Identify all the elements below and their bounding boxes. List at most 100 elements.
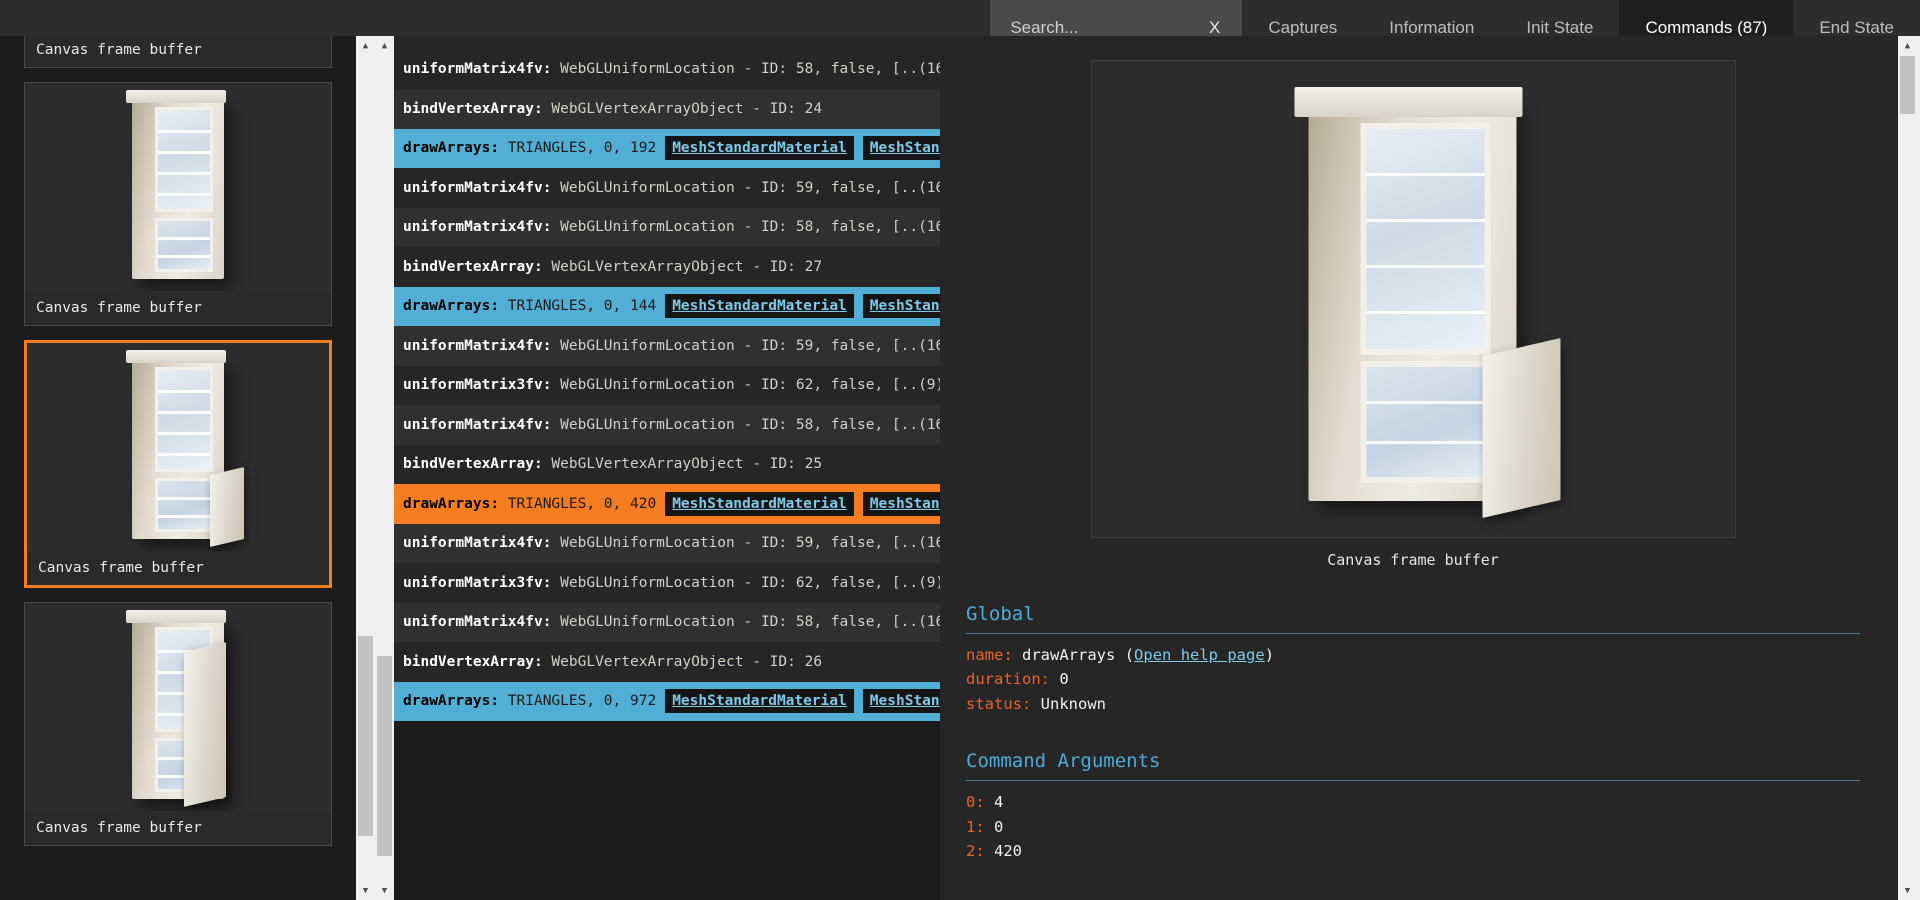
- command-row[interactable]: bindVertexArray: WebGLVertexArrayObject …: [394, 89, 940, 129]
- scroll-up-icon[interactable]: ▲: [356, 36, 375, 55]
- argument-value: 420: [994, 842, 1023, 861]
- command-list[interactable]: uniformMatrix4fv: WebGLUniformLocation -…: [394, 36, 940, 900]
- command-colon: :: [542, 574, 561, 591]
- capture-label: Canvas frame buffer: [27, 551, 329, 585]
- sidebar-scrollbar[interactable]: ▲ ▼: [356, 36, 375, 900]
- command-row[interactable]: drawArrays: TRIANGLES, 0, 972 MeshStandar…: [394, 681, 940, 721]
- command-colon: :: [542, 179, 561, 196]
- material-link[interactable]: MeshStandardMaterial: [665, 136, 854, 161]
- material-link[interactable]: MeshStandardMaterial: [665, 491, 854, 516]
- command-arguments-text: WebGLUniformLocation - ID: 59, false, [.…: [560, 535, 940, 552]
- frame-buffer-preview[interactable]: [1090, 60, 1736, 538]
- capture-card[interactable]: Canvas frame buffer: [24, 36, 332, 68]
- captures-list[interactable]: Canvas frame buffer Canvas frame buffer Ca…: [0, 36, 356, 900]
- global-properties: name: drawArrays (Open help page) durati…: [966, 643, 1860, 716]
- material-link[interactable]: MeshStandardMaterial: [665, 689, 854, 714]
- command-row[interactable]: uniformMatrix3fv: WebGLUniformLocation -…: [394, 365, 940, 405]
- argument-value: 4: [994, 793, 1004, 812]
- spector-debugger-window: X CapturesInformationInit StateCommands …: [0, 0, 1920, 900]
- command-row[interactable]: bindVertexArray: WebGLVertexArrayObject …: [394, 642, 940, 682]
- command-function-name: uniformMatrix4fv: [403, 179, 543, 196]
- open-help-page-link[interactable]: Open help page: [1134, 646, 1265, 664]
- argument-index: 1:: [966, 817, 985, 836]
- scroll-down-icon[interactable]: ▼: [375, 881, 394, 900]
- command-list-scrollbar[interactable]: ▲ ▼: [375, 36, 394, 900]
- capture-card[interactable]: Canvas frame buffer: [24, 602, 332, 846]
- scroll-down-icon[interactable]: ▼: [356, 881, 375, 900]
- command-arguments-text: WebGLVertexArrayObject - ID: 24: [551, 100, 823, 117]
- scroll-up-icon[interactable]: ▲: [1898, 36, 1917, 55]
- command-arguments-text: WebGLVertexArrayObject - ID: 25: [551, 456, 823, 473]
- rendered-model-thumbnail: [124, 607, 232, 807]
- command-arguments-text: WebGLUniformLocation - ID: 58, false, [.…: [560, 614, 940, 631]
- command-row[interactable]: uniformMatrix4fv: WebGLUniformLocation -…: [394, 36, 940, 50]
- command-function-name: bindVertexArray: [403, 258, 534, 275]
- global-name-value: drawArrays: [1022, 646, 1116, 664]
- divider: [966, 633, 1860, 634]
- scroll-down-icon[interactable]: ▼: [1898, 881, 1917, 900]
- scroll-up-icon[interactable]: ▲: [375, 36, 394, 55]
- capture-label: Canvas frame buffer: [25, 36, 331, 67]
- global-name-key: name:: [966, 646, 1013, 664]
- paren-open: (: [1124, 646, 1135, 664]
- command-row[interactable]: uniformMatrix3fv: WebGLUniformLocation -…: [394, 563, 940, 603]
- global-duration-row: duration: 0: [966, 667, 1860, 691]
- capture-thumbnail[interactable]: [25, 83, 331, 291]
- close-icon[interactable]: X: [1205, 18, 1224, 38]
- global-status-key: status:: [966, 694, 1032, 713]
- command-row[interactable]: drawArrays: TRIANGLES, 0, 192 MeshStandar…: [394, 128, 940, 168]
- command-function-name: bindVertexArray: [403, 653, 534, 670]
- capture-label: Canvas frame buffer: [25, 291, 331, 325]
- command-function-name: drawArrays: [403, 140, 491, 157]
- command-colon: :: [533, 258, 552, 275]
- global-section-title: Global: [966, 603, 1035, 625]
- command-function-name: drawArrays: [403, 495, 491, 512]
- scrollbar-thumb[interactable]: [377, 656, 392, 856]
- command-colon: :: [543, 36, 560, 38]
- command-row[interactable]: uniformMatrix4fv: WebGLUniformLocation -…: [394, 602, 940, 642]
- command-function-name: uniformMatrix4fv: [403, 337, 543, 354]
- command-colon: :: [542, 614, 561, 631]
- command-arguments-list: 0: 4 1: 0 2: 420: [966, 790, 1860, 863]
- command-arguments-text: WebGLUniformLocation - ID: 59, false, [.…: [560, 179, 940, 196]
- argument-row: 0: 4: [966, 790, 1860, 814]
- command-row[interactable]: uniformMatrix4fv: WebGLUniformLocation -…: [394, 326, 940, 366]
- command-row[interactable]: uniformMatrix4fv: WebGLUniformLocation -…: [394, 523, 940, 563]
- scrollbar-thumb[interactable]: [358, 636, 373, 836]
- command-function-name: uniformMatrix4fv: [403, 614, 543, 631]
- global-duration-value: 0: [1059, 670, 1069, 689]
- rendered-model-thumbnail: [124, 347, 244, 547]
- global-duration-key: duration:: [966, 670, 1050, 689]
- argument-row: 2: 420: [966, 839, 1860, 863]
- command-function-name: drawArrays: [403, 693, 491, 710]
- scrollbar-thumb[interactable]: [1900, 56, 1915, 114]
- command-row[interactable]: uniformMatrix4fv: WebGLUniformLocation -…: [394, 168, 940, 208]
- command-row[interactable]: drawArrays: TRIANGLES, 0, 420 MeshStandar…: [394, 484, 940, 524]
- argument-value: 0: [994, 817, 1004, 836]
- rendered-model-image: [1291, 79, 1561, 519]
- command-arguments-text: WebGLUniformLocation - ID: 58, false, [.…: [560, 219, 940, 236]
- command-row[interactable]: uniformMatrix4fv: WebGLUniformLocation -…: [394, 49, 940, 89]
- material-link[interactable]: MeshStandardMaterial: [862, 491, 940, 516]
- material-link[interactable]: MeshStandardMaterial: [862, 689, 940, 714]
- material-link[interactable]: MeshStandardMaterial: [665, 294, 854, 319]
- command-row[interactable]: uniformMatrix4fv: WebGLUniformLocation -…: [394, 405, 940, 445]
- material-link[interactable]: MeshStandardMaterial: [862, 136, 940, 161]
- command-row[interactable]: bindVertexArray: WebGLVertexArrayObject …: [394, 444, 940, 484]
- command-colon: :: [490, 298, 508, 315]
- command-row[interactable]: uniformMatrix4fv: WebGLUniformLocation -…: [394, 207, 940, 247]
- command-colon: :: [542, 61, 561, 78]
- capture-card[interactable]: Canvas frame buffer: [24, 82, 332, 326]
- command-row[interactable]: drawArrays: TRIANGLES, 0, 144 MeshStandar…: [394, 286, 940, 326]
- command-function-name: uniformMatrix4fv: [403, 535, 543, 552]
- command-arguments-text: WebGLVertexArrayObject - ID: 27: [551, 258, 823, 275]
- search-input[interactable]: [1010, 17, 1191, 38]
- detail-scrollbar[interactable]: ▲ ▼: [1898, 36, 1920, 900]
- capture-thumbnail[interactable]: [25, 603, 331, 811]
- command-function-name: uniformMatrix3fv: [403, 377, 543, 394]
- command-row[interactable]: bindVertexArray: WebGLVertexArrayObject …: [394, 247, 940, 287]
- capture-card[interactable]: Canvas frame buffer: [24, 340, 332, 588]
- command-function-name: uniformMatrix4fv: [403, 219, 543, 236]
- capture-thumbnail[interactable]: [27, 343, 329, 551]
- material-link[interactable]: MeshStandardMaterial: [862, 294, 940, 319]
